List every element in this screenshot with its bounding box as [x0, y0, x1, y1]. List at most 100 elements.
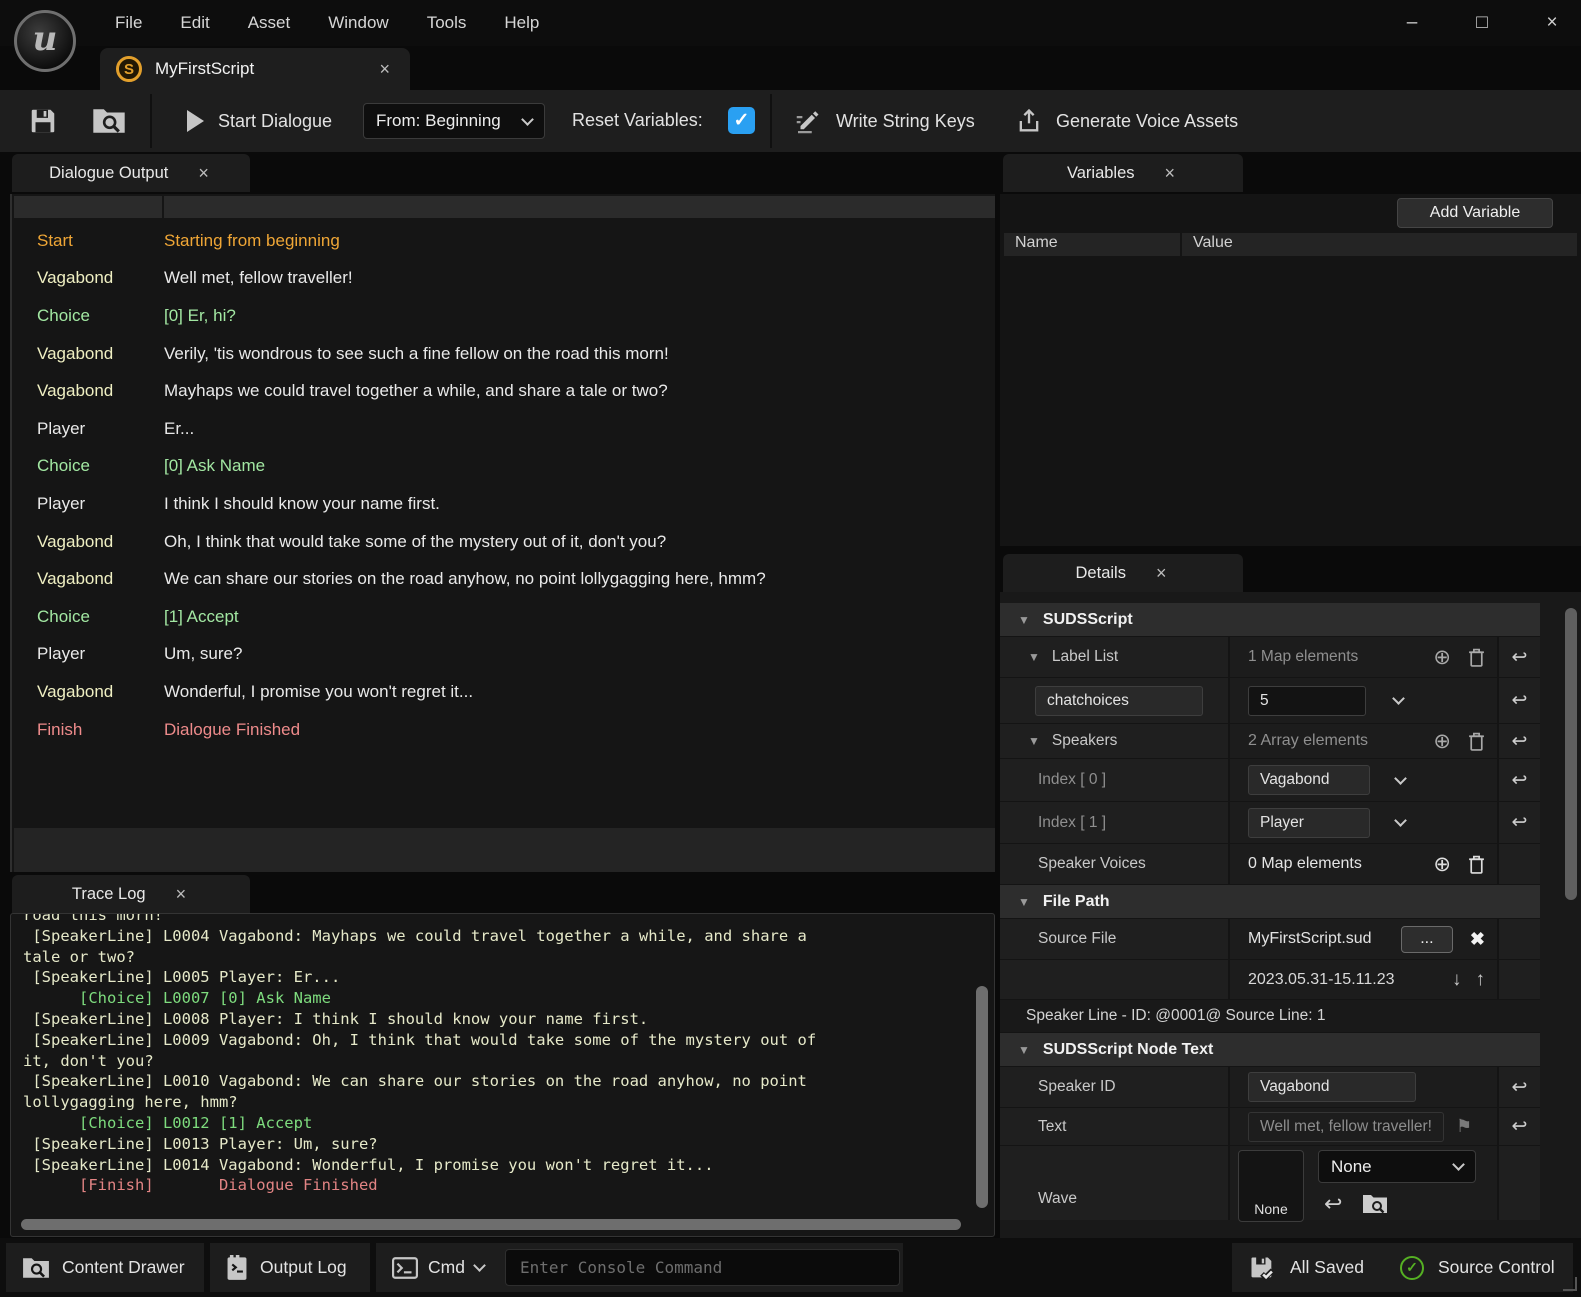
- trace-log-line: [SpeakerLine] L0009 Vagabond: Oh, I thin…: [23, 1030, 817, 1049]
- use-selected-asset-icon[interactable]: ↩: [1324, 1191, 1342, 1217]
- add-element-icon[interactable]: ⊕: [1433, 729, 1451, 754]
- console-command-input[interactable]: Enter Console Command: [505, 1249, 900, 1286]
- add-element-icon[interactable]: ⊕: [1433, 645, 1451, 670]
- chevron-down-icon[interactable]: [1392, 692, 1405, 705]
- dialogue-row[interactable]: Vagabond Wonderful, I promise you won't r…: [14, 673, 995, 711]
- menu-asset[interactable]: Asset: [229, 0, 310, 46]
- close-icon[interactable]: ×: [1161, 163, 1180, 184]
- flag-icon[interactable]: ⚑: [1456, 1116, 1472, 1137]
- dialogue-row[interactable]: Vagabond Verily, 'tis wondrous to see suc…: [14, 335, 995, 373]
- reset-to-default-icon[interactable]: ↩: [1512, 1076, 1528, 1099]
- map-key-field[interactable]: chatchoices: [1035, 685, 1203, 716]
- text-column-header[interactable]: [164, 196, 995, 218]
- menu-tools[interactable]: Tools: [408, 0, 486, 46]
- trash-icon[interactable]: [1468, 732, 1485, 751]
- section-file-path[interactable]: ▼ File Path: [1000, 885, 1540, 919]
- dialogue-row[interactable]: Start Starting from beginning: [14, 222, 995, 260]
- dialogue-row[interactable]: Player I think I should know your name fi…: [14, 485, 995, 523]
- maximize-button[interactable]: □: [1469, 12, 1495, 34]
- speaker-id-field[interactable]: Vagabond: [1248, 1072, 1416, 1102]
- chevron-down-icon[interactable]: [473, 1259, 486, 1272]
- reset-to-default-icon[interactable]: ↩: [1512, 1115, 1528, 1138]
- trace-log-line: it, don't you?: [23, 1051, 154, 1070]
- reset-to-default-icon[interactable]: ↩: [1512, 646, 1528, 669]
- details-scrollbar[interactable]: [1565, 608, 1577, 900]
- close-icon[interactable]: ×: [194, 163, 213, 184]
- speaker-0-dropdown[interactable]: Vagabond: [1248, 765, 1370, 795]
- tab-details[interactable]: Details ×: [1003, 554, 1243, 592]
- speaker-column-header[interactable]: [14, 196, 162, 218]
- browse-asset-icon[interactable]: [1362, 1193, 1388, 1215]
- add-element-icon[interactable]: ⊕: [1433, 852, 1451, 877]
- generate-voice-assets-button[interactable]: Generate Voice Assets: [1015, 102, 1238, 140]
- variables-name-column[interactable]: Name: [1004, 233, 1180, 256]
- reset-variables-checkbox[interactable]: ✓: [728, 107, 755, 134]
- source-control-button[interactable]: Source Control: [1438, 1257, 1555, 1278]
- browse-file-button[interactable]: ...: [1400, 925, 1453, 953]
- dialogue-row[interactable]: Finish Dialogue Finished: [14, 711, 995, 749]
- collapse-triangle-icon[interactable]: ▼: [1018, 613, 1030, 627]
- reset-to-default-icon[interactable]: ↩: [1512, 689, 1528, 712]
- chevron-down-icon[interactable]: [1394, 771, 1407, 785]
- save-button[interactable]: [28, 105, 58, 137]
- wave-dropdown[interactable]: None: [1318, 1150, 1476, 1183]
- write-string-keys-button[interactable]: Write String Keys: [793, 102, 975, 140]
- reset-to-default-icon[interactable]: ↩: [1512, 769, 1528, 792]
- dialogue-row-speaker: Vagabond: [37, 569, 114, 589]
- trash-icon[interactable]: [1468, 648, 1485, 667]
- reset-to-default-icon[interactable]: ↩: [1512, 730, 1528, 753]
- import-arrow-down-icon[interactable]: ↓: [1452, 969, 1462, 991]
- close-button[interactable]: ×: [1539, 12, 1565, 34]
- tab-trace-log[interactable]: Trace Log ×: [12, 875, 250, 913]
- dialogue-row[interactable]: Vagabond Mayhaps we could travel together…: [14, 372, 995, 410]
- close-icon[interactable]: ×: [375, 59, 394, 80]
- variables-value-column[interactable]: Value: [1182, 233, 1577, 256]
- collapse-triangle-icon[interactable]: ▼: [1018, 895, 1030, 909]
- minimize-button[interactable]: –: [1399, 12, 1425, 34]
- content-drawer-button[interactable]: Content Drawer: [6, 1243, 204, 1292]
- section-sudsscript[interactable]: ▼ SUDSScript: [1000, 603, 1540, 637]
- asset-tab-myfirstscript[interactable]: S MyFirstScript ×: [100, 48, 410, 90]
- chevron-down-icon[interactable]: [1394, 814, 1407, 827]
- dialogue-row[interactable]: Vagabond Well met, fellow traveller!: [14, 260, 995, 298]
- dialogue-row[interactable]: Vagabond Oh, I think that would take some…: [14, 523, 995, 561]
- dialogue-row[interactable]: Choice [0] Ask Name: [14, 448, 995, 486]
- map-value-field[interactable]: 5: [1248, 685, 1366, 716]
- section-node-text[interactable]: ▼ SUDSScript Node Text: [1000, 1033, 1540, 1067]
- tab-dialogue-output[interactable]: Dialogue Output ×: [12, 154, 250, 192]
- resize-grip[interactable]: [1563, 1277, 1577, 1291]
- collapse-triangle-icon[interactable]: ▼: [1028, 650, 1040, 664]
- collapse-triangle-icon[interactable]: ▼: [1028, 734, 1040, 748]
- close-icon[interactable]: ×: [172, 884, 191, 905]
- add-variable-button[interactable]: Add Variable: [1397, 198, 1553, 228]
- dialogue-row[interactable]: Choice [0] Er, hi?: [14, 297, 995, 335]
- text-field[interactable]: Well met, fellow traveller!: [1248, 1111, 1444, 1142]
- dialogue-row[interactable]: Choice [1] Accept: [14, 598, 995, 636]
- close-icon[interactable]: ×: [1152, 563, 1171, 584]
- wave-thumbnail[interactable]: None: [1238, 1150, 1304, 1222]
- trash-icon[interactable]: [1468, 855, 1485, 874]
- dialogue-row[interactable]: Player Er...: [14, 410, 995, 448]
- from-dropdown[interactable]: From: Beginning: [363, 103, 545, 139]
- tab-variables[interactable]: Variables ×: [1003, 154, 1243, 192]
- clear-file-icon[interactable]: ✖: [1470, 929, 1485, 950]
- menu-edit[interactable]: Edit: [161, 0, 228, 46]
- menu-window[interactable]: Window: [309, 0, 407, 46]
- section-file-path-label: File Path: [1042, 892, 1110, 910]
- reset-to-default-icon[interactable]: ↩: [1512, 811, 1528, 834]
- collapse-triangle-icon[interactable]: ▼: [1018, 1043, 1030, 1057]
- dialogue-row[interactable]: Vagabond We can share our stories on the …: [14, 560, 995, 598]
- trace-vertical-scrollbar[interactable]: [976, 986, 988, 1208]
- speaker-1-dropdown[interactable]: Player: [1248, 807, 1370, 838]
- output-log-button[interactable]: Output Log: [210, 1243, 370, 1292]
- browse-to-asset-button[interactable]: [92, 106, 126, 136]
- cmd-label[interactable]: Cmd: [428, 1257, 465, 1278]
- trace-horizontal-scrollbar[interactable]: [21, 1219, 961, 1230]
- start-dialogue-button[interactable]: Start Dialogue: [187, 100, 332, 142]
- wave-dropdown-value: None: [1331, 1156, 1372, 1176]
- speaker-line-note: Speaker Line - ID: @0001@ Source Line: 1: [1000, 1000, 1540, 1033]
- menu-help[interactable]: Help: [485, 0, 558, 46]
- menu-file[interactable]: File: [96, 0, 161, 46]
- dialogue-row[interactable]: Player Um, sure?: [14, 636, 995, 674]
- export-arrow-up-icon[interactable]: ↑: [1476, 969, 1486, 991]
